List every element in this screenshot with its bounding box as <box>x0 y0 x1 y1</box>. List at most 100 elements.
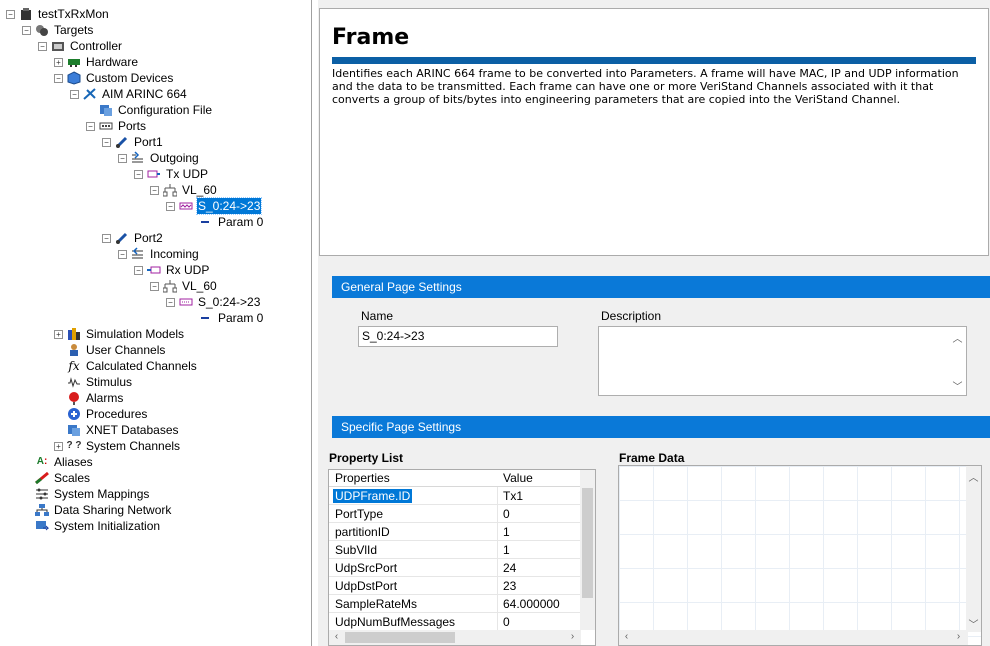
property-row[interactable]: UdpSrcPort 24 <box>329 559 581 577</box>
tree-node-alarms[interactable]: Alarms <box>54 390 124 406</box>
expand-toggle[interactable]: + <box>54 329 63 339</box>
tree-node-aliases[interactable]: A: Aliases <box>22 454 94 470</box>
tree-label: System Mappings <box>54 487 150 501</box>
collapse-toggle[interactable]: − <box>54 73 63 83</box>
collapse-toggle[interactable]: − <box>70 89 79 99</box>
collapse-toggle[interactable]: − <box>166 201 175 211</box>
tree-node-procedures[interactable]: Procedures <box>54 406 148 422</box>
property-row[interactable]: UdpDstPort 23 <box>329 577 581 595</box>
tree-node-param-b[interactable]: Param 0 <box>198 310 264 326</box>
property-row[interactable]: UdpNumBufMessages 0 <box>329 613 581 631</box>
scales-icon <box>34 471 50 485</box>
property-row[interactable]: partitionID 1 <box>329 523 581 541</box>
tree-node-system-init[interactable]: System Initialization <box>22 518 161 534</box>
tree-label: System Channels <box>86 439 181 453</box>
procedures-icon <box>66 407 82 421</box>
tree-node-outgoing[interactable]: − Outgoing <box>118 150 200 166</box>
scroll-thumb[interactable] <box>345 632 455 643</box>
property-row[interactable]: SubVlId 1 <box>329 541 581 559</box>
collapse-toggle[interactable]: − <box>166 297 175 307</box>
collapse-toggle[interactable]: − <box>150 185 159 195</box>
tree-node-rx-udp[interactable]: − Rx UDP <box>134 262 210 278</box>
scroll-up-icon[interactable]: ︿ <box>966 469 981 484</box>
expand-toggle[interactable]: + <box>54 441 63 451</box>
property-value[interactable]: 24 <box>503 561 516 575</box>
scroll-right-icon[interactable]: › <box>565 631 580 642</box>
tree-node-controller[interactable]: − Controller <box>38 38 123 54</box>
description-field[interactable] <box>598 326 967 396</box>
project-icon <box>18 7 34 21</box>
property-value[interactable]: Tx1 <box>503 489 523 503</box>
tree-node-calc-channels[interactable]: fx Calculated Channels <box>54 358 198 374</box>
tree-node-config-file[interactable]: Configuration File <box>86 102 213 118</box>
property-value[interactable]: 0 <box>503 507 510 521</box>
tree-node-vl60-a[interactable]: − VL_60 <box>150 182 218 198</box>
collapse-toggle[interactable]: − <box>6 9 15 19</box>
collapse-toggle[interactable]: − <box>22 25 31 35</box>
column-header-value[interactable]: Value <box>503 471 533 485</box>
name-field[interactable]: S_0:24->23 <box>358 326 558 347</box>
system-channels-icon: ? ? <box>66 440 82 451</box>
expand-toggle[interactable]: + <box>54 57 63 67</box>
ports-icon <box>98 119 114 133</box>
property-grid-hscrollbar[interactable]: ‹ › <box>329 630 581 645</box>
collapse-toggle[interactable]: − <box>102 233 111 243</box>
property-grid-vscrollbar[interactable] <box>580 470 595 630</box>
property-value[interactable]: 0 <box>503 615 510 629</box>
tree-node-ports[interactable]: − Ports <box>86 118 147 134</box>
description-scroll-down-icon[interactable]: ﹀ <box>950 378 965 393</box>
tree-node-sim-models[interactable]: + Simulation Models <box>54 326 185 342</box>
arinc-device-icon <box>82 87 98 101</box>
description-scroll-up-icon[interactable]: ︿ <box>950 330 965 345</box>
tree-node-root[interactable]: − testTxRxMon <box>6 6 110 22</box>
column-header-properties[interactable]: Properties <box>335 471 390 485</box>
property-value[interactable]: 23 <box>503 579 516 593</box>
tree-node-data-sharing[interactable]: Data Sharing Network <box>22 502 172 518</box>
tree-node-system-mappings[interactable]: System Mappings <box>22 486 150 502</box>
tree-node-port1[interactable]: − Port1 <box>102 134 164 150</box>
property-row[interactable]: SampleRateMs 64.000000 <box>329 595 581 613</box>
tree-node-hardware[interactable]: + Hardware <box>54 54 139 70</box>
scroll-down-icon[interactable]: ﹀ <box>966 616 981 631</box>
tree-node-frame-b[interactable]: − S_0:24->23 <box>166 294 261 310</box>
collapse-toggle[interactable]: − <box>38 41 47 51</box>
tree-node-tx-udp[interactable]: − Tx UDP <box>134 166 209 182</box>
property-value[interactable]: 64.000000 <box>503 597 560 611</box>
frame-data-vscrollbar[interactable]: ︿ ﹀ <box>966 466 981 632</box>
system-explorer-tree[interactable]: − testTxRxMon − Targets − Controller + H… <box>0 0 312 646</box>
property-value[interactable]: 1 <box>503 543 510 557</box>
property-value[interactable]: 1 <box>503 525 510 539</box>
collapse-toggle[interactable]: − <box>86 121 95 131</box>
frame-data-grid[interactable]: ︿ ﹀ ‹ › <box>618 465 982 646</box>
collapse-toggle[interactable]: − <box>134 265 143 275</box>
frame-data-hscrollbar[interactable]: ‹ › <box>619 630 968 645</box>
tree-node-aim-arinc[interactable]: − AIM ARINC 664 <box>70 86 188 102</box>
tree-node-incoming[interactable]: − Incoming <box>118 246 200 262</box>
tree-node-user-channels[interactable]: User Channels <box>54 342 166 358</box>
property-row[interactable]: UDPFrame.ID Tx1 <box>329 487 581 505</box>
tree-node-system-channels[interactable]: + ? ? System Channels <box>54 438 181 454</box>
tree-node-custom-devices[interactable]: − Custom Devices <box>54 70 174 86</box>
collapse-toggle[interactable]: − <box>150 281 159 291</box>
help-scrollbar[interactable] <box>976 9 988 255</box>
property-row[interactable]: PortType 0 <box>329 505 581 523</box>
scroll-left-icon[interactable]: ‹ <box>619 631 634 642</box>
tree-node-param-a[interactable]: Param 0 <box>198 214 264 230</box>
scroll-right-icon[interactable]: › <box>951 631 966 642</box>
tree-node-stimulus[interactable]: Stimulus <box>54 374 133 390</box>
collapse-toggle[interactable]: − <box>102 137 111 147</box>
property-grid[interactable]: Properties Value UDPFrame.ID Tx1 PortType… <box>328 469 596 646</box>
tree-node-port2[interactable]: − Port2 <box>102 230 164 246</box>
tree-node-targets[interactable]: − Targets <box>22 22 94 38</box>
tree-node-scales[interactable]: Scales <box>22 470 91 486</box>
collapse-toggle[interactable]: − <box>134 169 143 179</box>
tree-label: Port2 <box>134 231 163 245</box>
tree-node-xnet[interactable]: XNET Databases <box>54 422 180 438</box>
property-grid-header: Properties Value <box>329 470 581 487</box>
tree-node-frame-selected[interactable]: − S_0:24->23 <box>166 197 263 215</box>
scroll-thumb[interactable] <box>582 488 593 598</box>
tree-node-vl60-b[interactable]: − VL_60 <box>150 278 218 294</box>
collapse-toggle[interactable]: − <box>118 153 127 163</box>
scroll-left-icon[interactable]: ‹ <box>329 631 344 642</box>
collapse-toggle[interactable]: − <box>118 249 127 259</box>
